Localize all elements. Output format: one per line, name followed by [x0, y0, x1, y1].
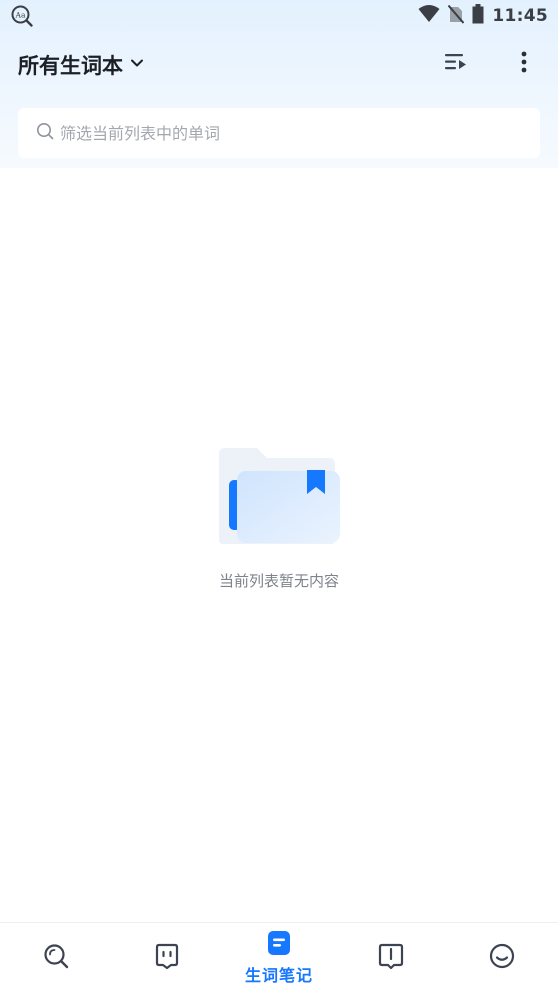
- sort-play-icon: [444, 51, 468, 77]
- search-icon: [42, 942, 70, 974]
- more-vertical-icon: [520, 50, 528, 78]
- empty-folder-bookmark-icon: [213, 444, 345, 548]
- page-title: 所有生词本: [18, 54, 123, 78]
- nav-item-chat[interactable]: [112, 923, 224, 992]
- more-options-button[interactable]: [510, 50, 538, 78]
- status-bar: Aa 11:45: [0, 0, 558, 32]
- nav-label-notebook: 生词笔记: [244, 965, 313, 985]
- notebook-selector[interactable]: 所有生词本: [18, 50, 145, 80]
- empty-message: 当前列表暂无内容: [218, 572, 339, 590]
- nav-item-search[interactable]: [0, 923, 112, 992]
- nav-item-profile[interactable]: [446, 923, 558, 992]
- search-input[interactable]: [60, 123, 520, 143]
- chat-icon: [153, 942, 181, 974]
- wifi-icon: [418, 5, 440, 27]
- nav-item-book[interactable]: [335, 923, 447, 992]
- dictionary-search-icon: Aa: [10, 4, 34, 28]
- no-sim-icon: [448, 4, 465, 28]
- notebook-icon: [267, 930, 291, 960]
- battery-icon: [472, 4, 484, 28]
- bottom-navigation: 生词笔记: [0, 922, 558, 992]
- search-bar[interactable]: [18, 108, 540, 158]
- chevron-down-icon: [129, 55, 145, 75]
- svg-text:Aa: Aa: [15, 10, 26, 19]
- app-header: 所有生词本: [0, 40, 558, 88]
- search-icon: [36, 122, 54, 144]
- nav-item-notebook[interactable]: 生词笔记: [223, 923, 335, 992]
- book-icon: [377, 942, 405, 974]
- sort-play-button[interactable]: [442, 50, 470, 78]
- status-time: 11:45: [492, 6, 548, 26]
- smile-icon: [488, 942, 516, 974]
